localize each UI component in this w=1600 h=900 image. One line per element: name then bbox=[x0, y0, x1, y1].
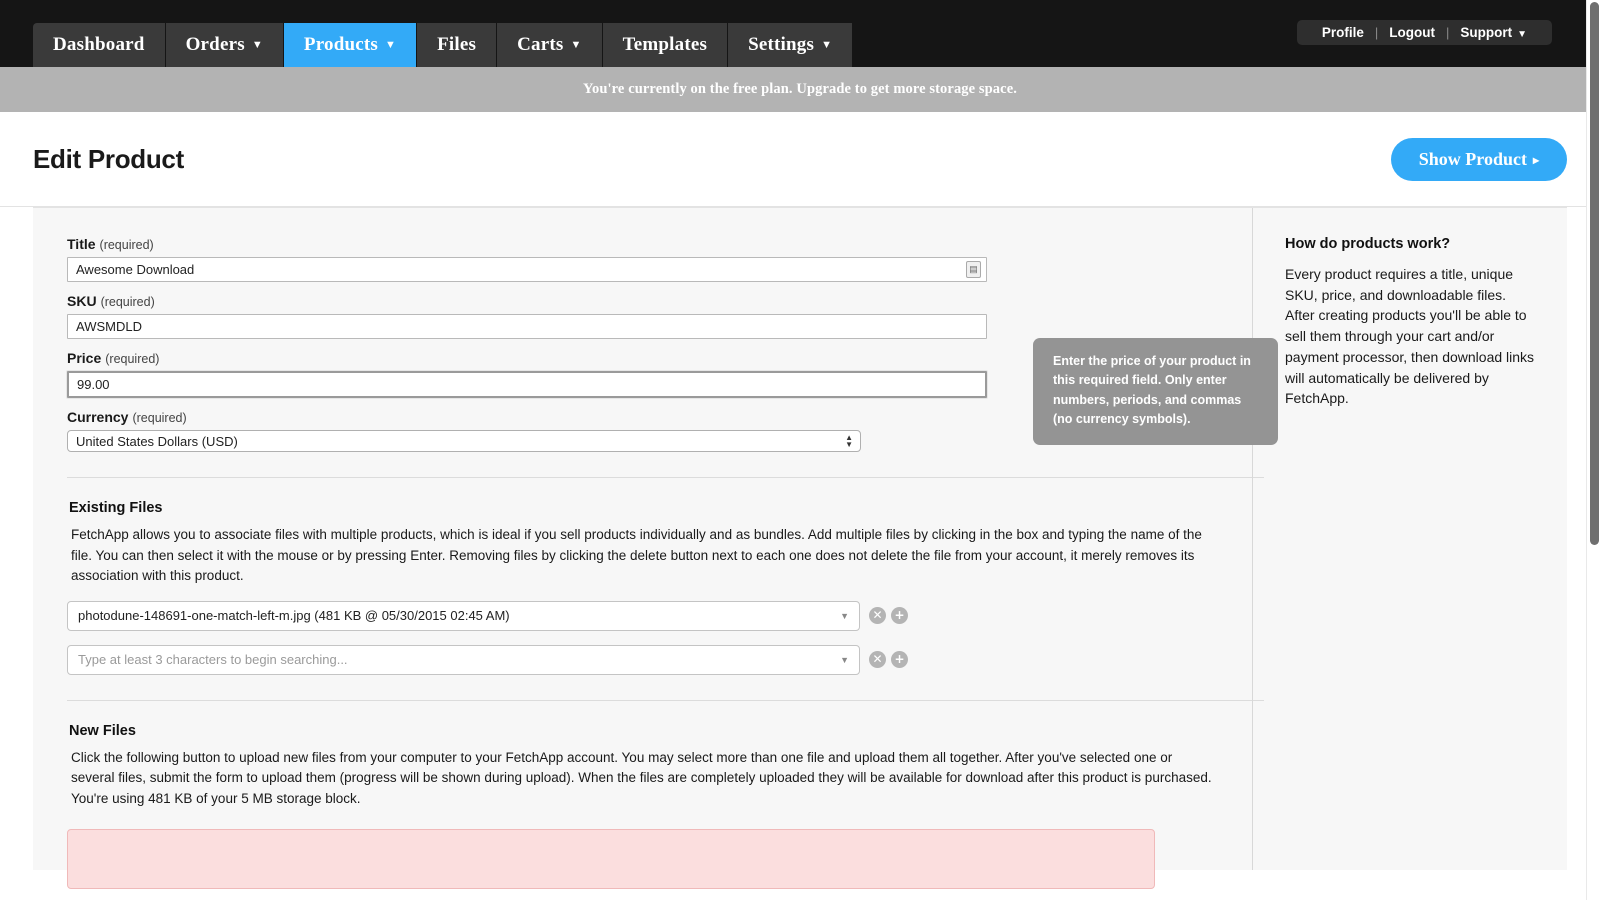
existing-files-heading: Existing Files bbox=[69, 500, 163, 516]
chevron-down-icon: ▼ bbox=[821, 38, 833, 51]
show-product-label: Show Product bbox=[1418, 148, 1527, 169]
title-required-hint: (required) bbox=[99, 238, 154, 252]
file-upload-dropzone[interactable] bbox=[67, 829, 1155, 890]
arrow-right-icon: ▸ bbox=[1532, 152, 1539, 167]
existing-file-value: photodune-148691-one-match-left-m.jpg (4… bbox=[78, 608, 510, 624]
sku-required-hint: (required) bbox=[100, 295, 155, 309]
file-search-select[interactable]: Type at least 3 characters to begin sear… bbox=[67, 644, 860, 675]
nav-tab-label: Files bbox=[437, 34, 477, 55]
page-scrollbar-track[interactable] bbox=[1586, 0, 1600, 900]
existing-file-select[interactable]: photodune-148691-one-match-left-m.jpg (4… bbox=[67, 600, 860, 631]
existing-files-description: FetchApp allows you to associate files w… bbox=[71, 527, 1202, 584]
page-header: Edit Product Show Product ▸ bbox=[0, 112, 1600, 207]
sku-label: SKU (required) bbox=[67, 293, 1218, 309]
nav-tab-label: Templates bbox=[622, 34, 708, 55]
top-navigation-bar: Dashboard Orders ▼ Products ▼ Files Carts ▼… bbox=[0, 0, 1600, 67]
nav-tab-label: Settings bbox=[748, 34, 815, 55]
nav-tab-orders[interactable]: Orders ▼ bbox=[165, 23, 284, 67]
title-input[interactable] bbox=[67, 257, 987, 282]
help-heading: How do products work? bbox=[1285, 236, 1451, 252]
profile-link[interactable]: Profile bbox=[1311, 25, 1375, 40]
page-scrollbar-thumb[interactable] bbox=[1590, 2, 1599, 545]
sku-label-text: SKU bbox=[67, 293, 97, 309]
chevron-down-icon: ▼ bbox=[570, 38, 582, 51]
nav-tab-label: Dashboard bbox=[53, 34, 145, 55]
new-files-description: Click the following button to upload new… bbox=[71, 749, 1212, 806]
chevron-down-icon: ▼ bbox=[840, 654, 849, 665]
nav-tab-label: Carts bbox=[517, 34, 564, 55]
chevron-down-icon: ▼ bbox=[840, 610, 849, 621]
resize-grabber-icon[interactable]: ▤ bbox=[966, 261, 981, 278]
product-form: Title(required) ▤ SKU(required) Price(re… bbox=[33, 208, 1264, 890]
nav-tab-label: Products bbox=[303, 34, 378, 55]
price-tooltip-text: Enter the price of your product in this … bbox=[1053, 354, 1251, 427]
nav-tab-carts[interactable]: Carts ▼ bbox=[497, 23, 603, 67]
price-tooltip: Enter the price of your product in this … bbox=[1033, 338, 1278, 445]
chevron-down-icon: ▼ bbox=[251, 38, 263, 51]
free-plan-banner: You're currently on the free plan. Upgra… bbox=[0, 67, 1600, 112]
existing-file-row: Type at least 3 characters to begin sear… bbox=[67, 644, 1218, 675]
nav-tab-files[interactable]: Files bbox=[417, 23, 498, 67]
chevron-down-icon: ▼ bbox=[385, 38, 397, 51]
up-down-stepper-icon: ▲ ▼ bbox=[845, 433, 853, 449]
primary-nav-tabs: Dashboard Orders ▼ Products ▼ Files Carts ▼… bbox=[33, 0, 854, 67]
currency-select[interactable]: United States Dollars (USD) ▲ ▼ bbox=[67, 430, 861, 452]
new-files-heading: New Files bbox=[69, 722, 136, 739]
nav-tab-templates[interactable]: Templates bbox=[602, 23, 729, 67]
help-body: Every product requires a title, unique S… bbox=[1285, 266, 1535, 407]
remove-circle-icon[interactable]: ✕ bbox=[869, 607, 886, 625]
add-circle-icon[interactable]: + bbox=[891, 651, 908, 669]
sku-input[interactable] bbox=[67, 314, 987, 339]
nav-tab-products[interactable]: Products ▼ bbox=[283, 23, 418, 67]
sku-field-group: SKU (required) bbox=[67, 293, 1218, 339]
title-field-group: Title(required) ▤ bbox=[67, 236, 1218, 282]
chevron-down-icon: ▼ bbox=[1517, 29, 1527, 40]
show-product-button[interactable]: Show Product ▸ bbox=[1390, 137, 1567, 181]
account-nav-group: Profile | Logout | Support ▼ bbox=[1296, 20, 1552, 45]
currency-required-hint: (required) bbox=[132, 411, 187, 425]
price-label-text: Price bbox=[67, 350, 102, 366]
section-divider bbox=[67, 477, 1264, 478]
nav-tab-settings[interactable]: Settings ▼ bbox=[728, 23, 854, 67]
title-label: Title (required) bbox=[67, 236, 1218, 252]
existing-file-row: photodune-148691-one-match-left-m.jpg (4… bbox=[67, 600, 1218, 631]
file-search-placeholder: Type at least 3 characters to begin sear… bbox=[78, 652, 348, 668]
logout-link[interactable]: Logout bbox=[1378, 25, 1446, 40]
title-label-text: Title bbox=[67, 236, 96, 252]
remove-circle-icon[interactable]: ✕ bbox=[869, 651, 886, 669]
support-menu[interactable]: Support ▼ bbox=[1449, 25, 1538, 40]
price-input[interactable] bbox=[67, 371, 987, 398]
currency-label-text: Currency bbox=[67, 409, 129, 425]
content-panel: Title(required) ▤ SKU(required) Price(re… bbox=[33, 207, 1567, 890]
nav-tab-label: Orders bbox=[185, 34, 245, 55]
help-sidebar: How do products work? Every product requ… bbox=[1252, 208, 1567, 870]
section-divider bbox=[67, 699, 1264, 701]
support-label: Support bbox=[1460, 25, 1513, 40]
add-circle-icon[interactable]: + bbox=[891, 607, 908, 625]
nav-tab-dashboard[interactable]: Dashboard bbox=[33, 23, 166, 67]
page-title: Edit Product bbox=[33, 143, 184, 174]
currency-selected-value: United States Dollars (USD) bbox=[76, 433, 238, 449]
price-required-hint: (required) bbox=[105, 352, 160, 366]
free-plan-banner-text: You're currently on the free plan. Upgra… bbox=[583, 81, 1017, 97]
